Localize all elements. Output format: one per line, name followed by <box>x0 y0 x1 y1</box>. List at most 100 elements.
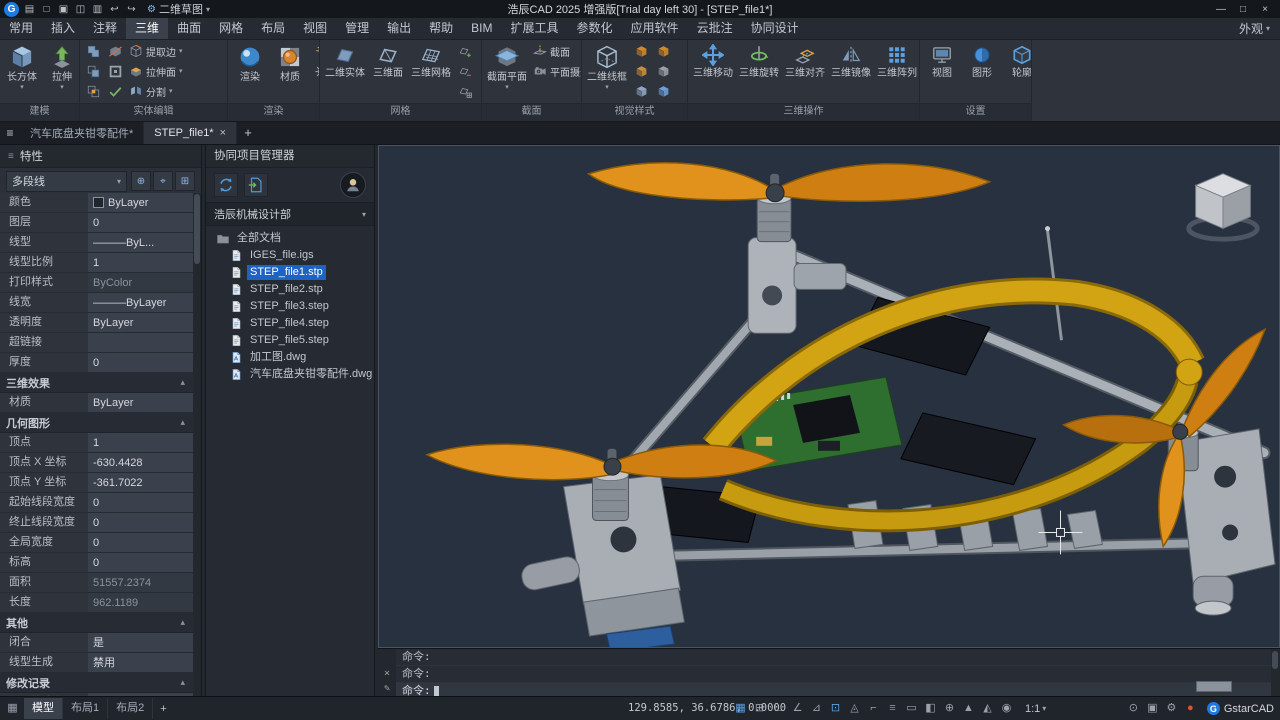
minimize-button[interactable]: — <box>1210 4 1232 15</box>
polar-toggle[interactable]: ∠ <box>789 698 806 719</box>
ribbon-tab-7[interactable]: 布局 <box>252 18 294 39</box>
ribbon-tab-5[interactable]: 曲面 <box>168 18 210 39</box>
ribbon-tab-4[interactable]: 三维 <box>126 18 168 39</box>
tree-file[interactable]: IGES_file.igs <box>206 247 374 264</box>
view-cube[interactable] <box>1179 160 1267 248</box>
properties-scrollbar[interactable] <box>193 193 201 697</box>
ribbon-icon-button[interactable] <box>310 61 319 81</box>
ribbon-tab-9[interactable]: 管理 <box>336 18 378 39</box>
ribbon-button[interactable]: 拉伸▾ <box>42 41 79 102</box>
ribbon-icon-button[interactable] <box>652 61 674 81</box>
edit-command-icon[interactable]: ✎ <box>384 683 390 694</box>
grid-toggle[interactable]: ▦ <box>732 698 749 719</box>
property-value[interactable]: 0 <box>88 553 193 572</box>
ribbon-tab-6[interactable]: 网格 <box>210 18 252 39</box>
ribbon-icon-button[interactable] <box>454 41 476 61</box>
ribbon-tab-16[interactable]: 云批注 <box>688 18 742 39</box>
settings-gear-icon[interactable]: ⚙ <box>1163 698 1180 719</box>
quick-select-icon[interactable]: ⌖ <box>153 171 173 191</box>
property-value[interactable]: -630.4428 <box>88 453 193 472</box>
user-avatar[interactable] <box>340 172 366 198</box>
ribbon-tab-1[interactable]: 常用 <box>0 18 42 39</box>
open-file-icon[interactable]: ▣ <box>55 4 72 15</box>
layout-tab-1[interactable]: 模型 <box>24 698 63 719</box>
lineweight-toggle[interactable]: ▭ <box>903 698 920 719</box>
property-value[interactable]: 0 <box>88 513 193 532</box>
ribbon-button[interactable]: 三维面 <box>368 41 408 102</box>
ribbon-button[interactable]: 轮廓 <box>1002 41 1031 102</box>
property-value[interactable]: 是 <box>88 633 193 652</box>
ribbon-tab-10[interactable]: 输出 <box>378 18 420 39</box>
property-value[interactable]: 禁用 <box>88 653 193 672</box>
ribbon-button[interactable]: 拉伸面▾ <box>126 61 186 81</box>
ribbon-icon-button[interactable] <box>104 81 126 101</box>
object-type-selector[interactable]: 多段线 ▾ <box>6 171 127 192</box>
ribbon-button[interactable]: 分割▾ <box>126 81 186 101</box>
ribbon-button[interactable]: 截面 <box>530 41 581 61</box>
ribbon-button[interactable]: 三维移动 <box>690 41 736 102</box>
ribbon-tab-13[interactable]: 扩展工具 <box>502 18 568 39</box>
plot-icon[interactable]: ▥ <box>89 4 106 15</box>
annotation-monitor-icon[interactable]: ⊙ <box>1125 698 1142 719</box>
ribbon-icon-button[interactable] <box>82 81 104 101</box>
property-value[interactable]: ByLayer <box>88 393 193 412</box>
ortho-toggle[interactable]: ∟ <box>770 698 787 719</box>
team-selector[interactable]: 浩辰机械设计部 ▾ <box>206 203 374 226</box>
sync-project-icon[interactable] <box>214 173 238 197</box>
app-logo-icon[interactable]: G <box>4 2 19 17</box>
tree-file[interactable]: STEP_file5.step <box>206 332 374 349</box>
ribbon-tab-15[interactable]: 应用软件 <box>622 18 688 39</box>
new-file-icon[interactable]: □ <box>38 4 55 15</box>
ribbon-button[interactable]: 三维阵列 <box>874 41 919 102</box>
layout-tab-2[interactable]: 布局1 <box>63 698 108 719</box>
ribbon-tab-14[interactable]: 参数化 <box>568 18 622 39</box>
notification-icon[interactable]: ● <box>1182 698 1199 719</box>
ribbon-icon-button[interactable] <box>310 41 319 61</box>
tree-file[interactable]: STEP_file4.step <box>206 315 374 332</box>
ribbon-button[interactable]: 图形 <box>962 41 1002 102</box>
property-section-header[interactable]: 其他▴ <box>0 613 193 633</box>
annotation-autoscale-toggle[interactable]: ◭ <box>979 698 996 719</box>
layout-tab-3[interactable]: 布局2 <box>108 698 153 719</box>
close-tab-icon[interactable]: × <box>220 127 226 139</box>
ribbon-button[interactable]: 三维镜像 <box>828 41 874 102</box>
property-section-header[interactable]: 三维效果▴ <box>0 373 193 393</box>
ribbon-button[interactable]: 渲染 <box>230 41 270 102</box>
clean-screen-icon[interactable]: ▣ <box>1144 698 1161 719</box>
annotation-scale-button[interactable]: 1:1 ▾ <box>1025 703 1046 715</box>
select-objects-icon[interactable]: ⊞ <box>175 171 195 191</box>
ribbon-icon-button[interactable] <box>630 81 652 101</box>
ribbon-icon-button[interactable] <box>454 61 476 81</box>
undo-icon[interactable]: ↩ <box>106 4 123 15</box>
ribbon-icon-button[interactable] <box>630 61 652 81</box>
annotation-visibility-toggle[interactable]: ▲ <box>960 698 977 719</box>
scrollbar-thumb[interactable] <box>1272 651 1278 669</box>
redo-icon[interactable]: ↪ <box>123 4 140 15</box>
ribbon-tab-17[interactable]: 协同设计 <box>742 18 808 39</box>
close-button[interactable]: × <box>1254 4 1276 15</box>
otrack-toggle[interactable]: ⌐ <box>865 698 882 719</box>
ribbon-button[interactable]: 视图 <box>922 41 962 102</box>
tree-file[interactable]: 汽车底盘夹钳零配件.dwg <box>206 366 374 383</box>
ribbon-icon-button[interactable] <box>104 61 126 81</box>
ribbon-icon-button[interactable] <box>652 41 674 61</box>
property-value[interactable]: 1 <box>88 253 193 272</box>
ribbon-button[interactable]: 提取边▾ <box>126 41 186 61</box>
ribbon-icon-button[interactable] <box>82 41 104 61</box>
osnap3d-toggle[interactable]: ◬ <box>846 698 863 719</box>
command-resize-grip[interactable] <box>1196 681 1232 692</box>
ribbon-tab-12[interactable]: BIM <box>462 18 501 39</box>
isolate-objects-toggle[interactable]: ◉ <box>998 698 1015 719</box>
property-value[interactable]: 0 <box>88 533 193 552</box>
save-icon[interactable]: ◫ <box>72 4 89 15</box>
property-section-header[interactable]: 修改记录▴ <box>0 673 193 693</box>
selection-cycling-toggle[interactable]: ⊕ <box>941 698 958 719</box>
document-tab-2[interactable]: STEP_file1*× <box>144 122 237 144</box>
3d-model-drone[interactable] <box>379 146 1279 647</box>
tree-folder[interactable]: 全部文档 <box>206 230 374 247</box>
osnap-toggle[interactable]: ⊡ <box>827 698 844 719</box>
dynamic-input-toggle[interactable]: ≡ <box>884 698 901 719</box>
new-tab-button[interactable]: + <box>237 122 259 144</box>
ribbon-button[interactable]: 截面平面▾ <box>484 41 530 102</box>
ribbon-button[interactable]: 三维网格 <box>408 41 454 102</box>
